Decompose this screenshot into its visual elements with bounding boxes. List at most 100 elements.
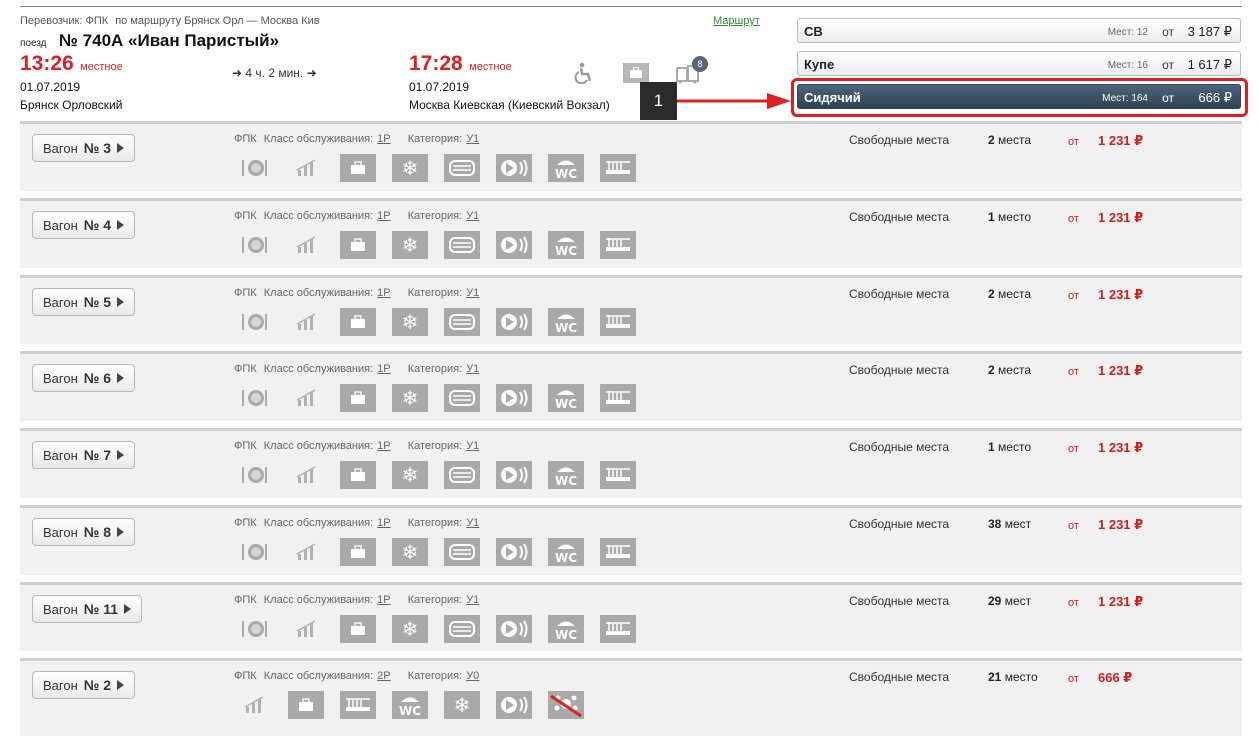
category-link[interactable]: У1 [466, 363, 479, 375]
service-class-link[interactable]: 1Р [377, 210, 390, 222]
car-button[interactable]: Вагон № 11 [32, 595, 143, 623]
no-pets-icon [548, 691, 584, 719]
car-button[interactable]: Вагон № 4 [32, 211, 136, 239]
service-class-link[interactable]: 2Р [377, 670, 390, 682]
car-row: Вагон № 5 ФПК Класс обслуживания: 1Р Кате… [20, 275, 1242, 344]
route-link[interactable]: Маршрут [713, 15, 760, 27]
hygiene-icon [600, 308, 636, 336]
trip-duration: ➜ 4 ч. 2 мин. ➜ [232, 66, 317, 80]
car-button[interactable]: Вагон № 6 [32, 364, 136, 392]
service-class-link[interactable]: 1Р [377, 133, 390, 145]
carrier-label: Перевозчик: ФПК [20, 15, 109, 27]
car-number: № 7 [83, 447, 112, 463]
tv-icon [288, 231, 324, 259]
car-amenities: WC ❄ [236, 691, 600, 719]
car-price: 1 231 ₽ [1098, 210, 1144, 225]
play-arrow-icon [117, 297, 125, 307]
category-link[interactable]: У1 [466, 517, 479, 529]
car-amenities: ❄ WC [236, 384, 652, 412]
bag-icon [340, 461, 376, 489]
category-link[interactable]: У0 [466, 670, 479, 682]
free-seats-count: 1 место [988, 440, 1031, 454]
arrow-right-icon: ➜ [232, 66, 243, 80]
price-from: от [1068, 366, 1079, 378]
departure-time: 13:26 местное [20, 52, 123, 76]
tv-icon [288, 538, 324, 566]
car-button[interactable]: Вагон № 2 [32, 671, 136, 699]
category-link[interactable]: У1 [466, 287, 479, 299]
luggage-count-badge: 8 [692, 56, 708, 72]
free-seats-count: 29 мест [988, 594, 1031, 608]
category-link[interactable]: У1 [466, 440, 479, 452]
wc-icon: WC [548, 154, 584, 182]
car-carrier: ФПК [234, 670, 257, 682]
service-class-label: Класс обслуживания: [263, 517, 374, 529]
seats-number: 21 [988, 670, 1002, 684]
linen-icon [444, 615, 480, 643]
service-class-link[interactable]: 1Р [377, 517, 390, 529]
wc-icon: WC [392, 691, 428, 719]
svg-text:WC: WC [555, 551, 577, 564]
service-class-link[interactable]: 1Р [377, 594, 390, 606]
car-price: 1 231 ₽ [1098, 133, 1144, 148]
seats-word: место [998, 440, 1031, 454]
arrival-time-value: 17:28 [409, 52, 463, 75]
service-class-link[interactable]: 1Р [377, 440, 390, 452]
car-label: Вагон [43, 217, 78, 233]
play-arrow-icon [117, 373, 125, 383]
svg-text:WC: WC [555, 628, 577, 641]
car-number: № 2 [83, 677, 112, 693]
meal-icon [236, 615, 272, 643]
car-amenities: ❄ WC [236, 231, 652, 259]
price-from: от [1068, 597, 1079, 609]
media-icon [496, 231, 532, 259]
bag-icon [340, 384, 376, 412]
car-amenities: ❄ WC [236, 461, 652, 489]
media-icon [496, 461, 532, 489]
category-link[interactable]: У1 [466, 594, 479, 606]
price-from: от [1068, 443, 1079, 455]
wc-icon: WC [548, 615, 584, 643]
service-class-link[interactable]: 1Р [377, 287, 390, 299]
car-carrier: ФПК [234, 287, 257, 299]
category-link[interactable]: У1 [466, 210, 479, 222]
car-number: № 11 [83, 601, 119, 617]
class-option-sv[interactable]: СВ Мест: 12 от 3 187 ₽ [797, 18, 1241, 43]
price-from: от [1068, 520, 1079, 532]
wc-icon: WC [548, 231, 584, 259]
bag-icon [340, 231, 376, 259]
car-row: Вагон № 7 ФПК Класс обслуживания: 1Р Кате… [20, 428, 1242, 498]
seats-number: 29 [988, 594, 1002, 608]
class-option-kupe[interactable]: Купе Мест: 16 от 1 617 ₽ [797, 51, 1241, 76]
bag-icon [340, 615, 376, 643]
duration-value: 4 ч. 2 мин. [245, 66, 304, 80]
linen-icon [444, 154, 480, 182]
train-title: поезд № 740А «Иван Паристый» [20, 31, 279, 51]
wc-icon: WC [548, 308, 584, 336]
car-number: № 4 [83, 217, 112, 233]
service-class-link[interactable]: 1Р [377, 363, 390, 375]
car-button[interactable]: Вагон № 8 [32, 518, 136, 546]
route-label: по маршруту Брянск Орл — Москва Кив [115, 15, 320, 27]
hygiene-icon [600, 538, 636, 566]
category-link[interactable]: У1 [466, 133, 479, 145]
car-row: Вагон № 4 ФПК Класс обслуживания: 1Р Кате… [20, 198, 1242, 268]
svg-text:WC: WC [555, 474, 577, 487]
free-seats-label: Свободные места [849, 133, 950, 147]
linen-icon [444, 308, 480, 336]
bag-icon [288, 691, 324, 719]
car-meta: ФПК Класс обслуживания: 1Р Категория: У1 [234, 517, 483, 529]
car-button[interactable]: Вагон № 3 [32, 134, 136, 162]
free-seats-label: Свободные места [849, 594, 950, 608]
free-seats-count: 21 место [988, 670, 1038, 684]
price-from: от [1068, 213, 1079, 225]
play-arrow-icon [117, 143, 125, 153]
tv-icon [236, 691, 272, 719]
linen-icon [444, 231, 480, 259]
free-seats-count: 1 место [988, 210, 1031, 224]
wheelchair-icon [570, 60, 598, 86]
meal-icon [236, 384, 272, 412]
car-button[interactable]: Вагон № 5 [32, 288, 136, 316]
svg-text:WC: WC [555, 244, 577, 257]
car-button[interactable]: Вагон № 7 [32, 441, 136, 469]
